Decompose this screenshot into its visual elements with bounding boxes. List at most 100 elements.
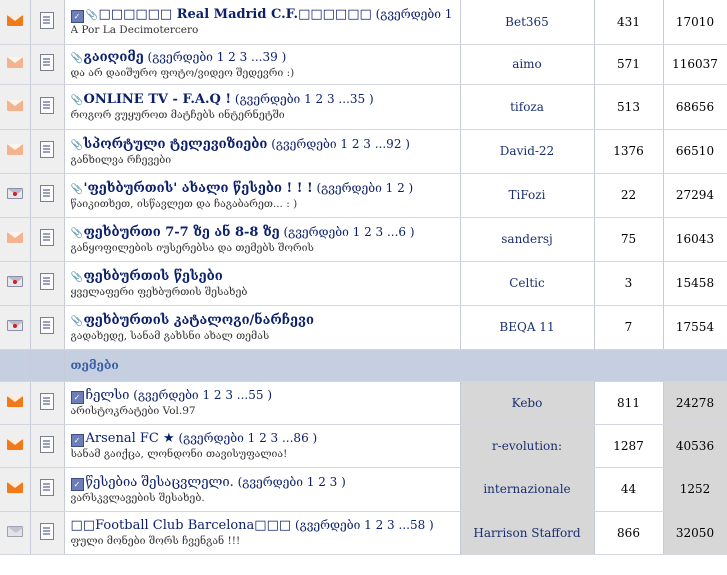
table-row[interactable]: 📎სპორტული ტელევიზიები (გვერდები 1 2 3 ..… [0,129,727,174]
table-row[interactable]: ✓ 📎□□□□□□ Real Madrid C.F.□□□□□□ (გვერდებ… [0,0,727,45]
table-row[interactable]: ✓ წესებია შესაცვლელი. (გვერდები 1 2 3 ) ვ… [0,467,727,512]
topic-cell: 📎ფეხბურთის კატალოგი/ნარჩევი გადახედე, სა… [64,305,461,350]
table-row[interactable]: 📎ფეხბურთი 7-7 ზე ან 8-8 ზე (გვერდები 1 2… [0,217,727,262]
topic-status-icon [6,438,23,450]
table-row[interactable]: 📎ფეხბურთის წესები ყველაფერი ფეხბურთის შე… [0,261,727,306]
type-cell [30,467,65,512]
topic-status-icon [6,276,24,287]
topic-author[interactable]: sandersj [460,217,595,262]
type-cell [30,217,65,262]
topic-author[interactable]: Celtic [460,261,595,306]
topic-author[interactable]: internazionale [460,467,595,512]
topic-replies: 75 [594,217,664,262]
status-cell [0,424,31,468]
topic-author[interactable]: r-evolution: [460,424,595,468]
type-cell [30,129,65,174]
topic-replies: 571 [594,44,664,85]
table-row[interactable]: 📎ONLINE TV - F.A.Q ! (გვერდები 1 2 3 ...… [0,84,727,130]
topic-status-icon [6,188,24,199]
topic-title-link[interactable]: ONLINE TV - F.A.Q ! [84,92,232,107]
topic-cell: 📎ფეხბურთის წესები ყველაფერი ფეხბურთის შე… [64,261,461,306]
topic-title-link[interactable]: Arsenal FC ★ [86,431,175,446]
topic-pages[interactable]: (გვერდები 1 2 ) [316,181,413,195]
attachment-icon: 📎 [70,95,83,106]
topic-pages[interactable]: (გვერდები 1 2 3 ) [238,475,346,489]
topic-pages[interactable]: (გვერდები 1 2 3 ...86 ) [178,431,317,445]
document-icon [40,392,54,410]
topic-pages[interactable]: (გვერდები 1 2 3 ...92 ) [271,137,410,151]
table-row[interactable]: □□Football Club Barcelona□□□ (გვერდები 1… [0,511,727,555]
topic-title-link[interactable]: ფეხბურთის წესები [84,269,223,284]
status-cell [0,381,31,425]
topic-status-icon [6,99,23,111]
topic-title-link[interactable]: გაიღიმე [84,50,144,65]
status-cell [0,0,31,45]
topic-author[interactable]: tifoza [460,84,595,130]
topic-title-link[interactable]: წესებია შესაცვლელი. [86,475,234,490]
topic-description: წაიკითხეთ, ისწავლეთ და ჩაგაბარეთ... : ) [70,197,298,210]
topic-cell: 📎ფეხბურთი 7-7 ზე ან 8-8 ზე (გვერდები 1 2… [64,217,461,262]
topic-status-icon [6,525,24,537]
section-title: თემები [64,349,727,382]
topic-views: 16043 [663,217,727,262]
status-cell [0,467,31,512]
topic-status-icon [6,320,24,331]
topic-replies: 513 [594,84,664,130]
topic-title-link[interactable]: □□Football Club Barcelona□□□ [71,518,292,533]
topic-author[interactable]: Bet365 [460,0,595,45]
status-cell [0,261,31,306]
table-row[interactable]: 📎გაიღიმე (გვერდები 1 2 3 ...39 ) და არ დ… [0,44,727,85]
status-cell [0,217,31,262]
topic-cell: □□Football Club Barcelona□□□ (გვერდები 1… [64,511,461,555]
topic-author[interactable]: David-22 [460,129,595,174]
topic-title-link[interactable]: ფეხბურთის კატალოგი/ნარჩევი [84,313,314,328]
topic-description: ყველაფერი ფეხბურთის შესახებ [70,285,248,298]
attachment-icon: 📎 [70,227,83,239]
table-row[interactable]: ✓ Arsenal FC ★ (გვერდები 1 2 3 ...86 ) სა… [0,424,727,468]
topic-replies: 22 [594,173,664,218]
type-cell [30,44,65,85]
topic-pages[interactable]: (გვერდები 1 2 3 ...35 ) [235,92,374,106]
topic-pages[interactable]: (გვერდები 1 2 3 ...6 ) [283,225,414,239]
topic-author[interactable]: TiFozi [460,173,595,218]
topic-description: და არ დაიშურო ფოტო/ვიდეო შედევრი :) [70,66,295,79]
topic-description: განყოფილების იუსერებსა და თემებს შორის [70,241,314,254]
document-icon [40,229,54,246]
topic-pages[interactable]: (გვერდები 1 2 3 ...29 ) [376,7,454,21]
document-icon [40,54,54,71]
topic-replies: 1376 [594,129,664,174]
topic-author[interactable]: BEQA 11 [460,305,595,350]
topic-status-icon [6,482,23,493]
topic-description: ფული მონები შორს ჩვენგან !!! [70,535,241,547]
status-cell [0,129,31,174]
topic-pages[interactable]: (გვერდები 1 2 3 ...58 ) [295,518,434,532]
topic-title-link[interactable]: □□□□□□ Real Madrid C.F.□□□□□□ [99,7,372,22]
type-cell [30,0,65,45]
topic-author[interactable]: aimo [460,44,595,85]
topic-pages[interactable]: (გვერდები 1 2 3 ...55 ) [133,388,272,402]
document-icon [40,273,54,290]
topic-cell: ✓ 📎□□□□□□ Real Madrid C.F.□□□□□□ (გვერდებ… [64,0,461,45]
document-icon [40,96,54,114]
topic-title-link[interactable]: სპორტული ტელევიზიები [84,137,268,152]
table-row[interactable]: ✓ ჩელსი (გვერდები 1 2 3 ...55 ) არისტოკრა… [0,381,727,425]
document-icon [40,11,54,29]
topic-title-link[interactable]: ფეხბურთი 7-7 ზე ან 8-8 ზე [84,225,280,240]
table-row[interactable]: 📎ფეხბურთის კატალოგი/ნარჩევი გადახედე, სა… [0,305,727,350]
topic-author[interactable]: Kebo [460,381,595,425]
topic-replies: 44 [594,467,664,512]
forum-topic-table: ✓ 📎□□□□□□ Real Madrid C.F.□□□□□□ (გვერდებ… [0,0,727,555]
type-cell [30,305,65,350]
topic-description: გადახედე, სანამ გახსნი ახალ თემას [70,329,270,342]
document-icon [40,185,54,202]
topic-title-link[interactable]: 'ფეხბურთის' ახალი წესები ! ! ! [84,181,313,196]
topic-author[interactable]: Harrison Stafford [460,511,595,555]
type-cell [30,84,65,130]
table-row[interactable]: 📎'ფეხბურთის' ახალი წესები ! ! ! (გვერდებ… [0,173,727,218]
topic-views: 66510 [663,129,727,174]
type-cell [30,261,65,306]
topic-title-link[interactable]: ჩელსი [86,388,130,403]
topic-cell: 📎'ფეხბურთის' ახალი წესები ! ! ! (გვერდებ… [64,173,461,218]
topic-pages[interactable]: (გვერდები 1 2 3 ...39 ) [148,50,287,64]
topic-views: 40536 [663,424,727,468]
